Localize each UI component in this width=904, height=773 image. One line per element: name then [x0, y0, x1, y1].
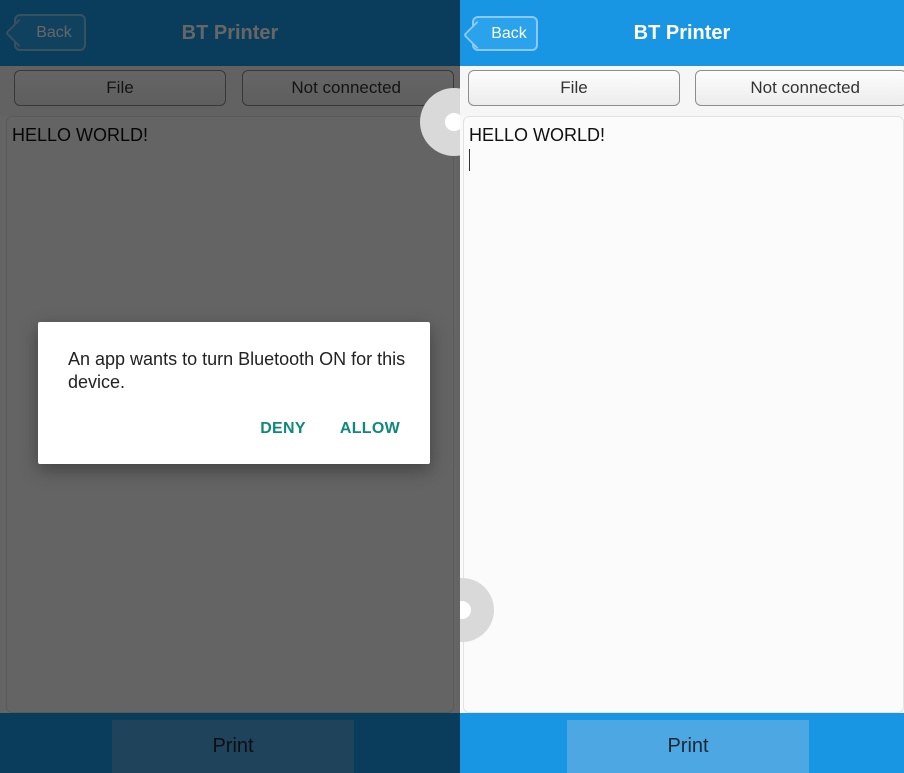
- file-button[interactable]: File: [468, 70, 680, 106]
- bluetooth-permission-dialog: An app wants to turn Bluetooth ON for th…: [38, 322, 430, 464]
- editor-text: HELLO WORLD!: [469, 125, 606, 145]
- connection-status-button[interactable]: Not connected: [695, 70, 904, 106]
- deny-button[interactable]: DENY: [260, 420, 306, 438]
- text-editor[interactable]: HELLO WORLD!: [463, 116, 904, 713]
- dialog-message: An app wants to turn Bluetooth ON for th…: [68, 349, 406, 392]
- bottom-bar: Print: [460, 713, 904, 773]
- comparison-screenshot: Back BT Printer File Not connected HELLO…: [0, 0, 904, 773]
- dialog-actions: DENY ALLOW: [260, 420, 400, 438]
- text-cursor: [469, 149, 470, 171]
- right-screen: Back BT Printer File Not connected HELLO…: [460, 0, 904, 773]
- top-bar: Back BT Printer: [460, 0, 904, 66]
- app-title: BT Printer: [633, 22, 731, 44]
- toolbar: File Not connected: [460, 66, 904, 116]
- left-screen: Back BT Printer File Not connected HELLO…: [0, 0, 460, 773]
- allow-button[interactable]: ALLOW: [340, 420, 400, 438]
- print-button[interactable]: Print: [567, 720, 809, 773]
